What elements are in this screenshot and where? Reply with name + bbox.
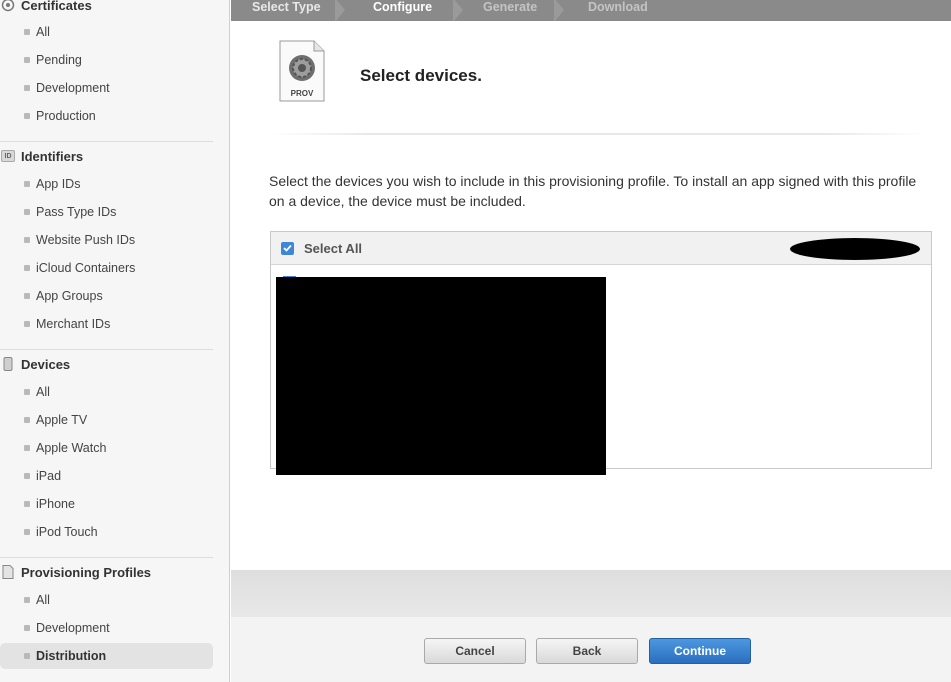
sidebar-item-icloud-containers[interactable]: iCloud Containers — [0, 255, 213, 281]
provisioning-profile-icon: PROV — [278, 40, 325, 102]
step-progress-bar: Select Type Configure Generate Download — [231, 0, 951, 21]
cancel-button[interactable]: Cancel — [424, 638, 526, 664]
sidebar-item-label: Development — [36, 621, 110, 635]
page-title: Select devices. — [360, 66, 482, 85]
sidebar-item-label: iCloud Containers — [36, 261, 136, 275]
section-title: Identifiers — [21, 148, 84, 164]
sidebar-item-app-groups[interactable]: App Groups — [0, 283, 213, 309]
checkmark-icon — [283, 244, 292, 252]
section-title: Provisioning Profiles — [21, 564, 152, 580]
sidebar-item-cert-all[interactable]: All — [0, 19, 213, 45]
bullet-icon — [24, 85, 30, 91]
bullet-icon — [24, 529, 30, 535]
sidebar-item-label: All — [36, 593, 50, 607]
bullet-icon — [24, 237, 30, 243]
certificate-icon — [1, 0, 15, 12]
select-all-label: Select All — [304, 240, 363, 256]
sidebar-item-profiles-development[interactable]: Development — [0, 615, 213, 641]
sidebar-item-cert-production[interactable]: Production — [0, 103, 213, 129]
sidebar-item-label: Pending — [36, 53, 82, 67]
sidebar-item-cert-development[interactable]: Development — [0, 75, 213, 101]
bullet-icon — [24, 181, 30, 187]
step-generate: Generate — [483, 0, 538, 14]
continue-button[interactable]: Continue — [649, 638, 751, 664]
bullet-icon — [24, 473, 30, 479]
section-provisioning-profiles[interactable]: Provisioning Profiles — [0, 560, 151, 584]
step-download: Download — [588, 0, 648, 14]
sidebar-item-devices-all[interactable]: All — [0, 379, 213, 405]
bullet-icon — [24, 209, 30, 215]
bullet-icon — [24, 597, 30, 603]
sidebar-item-apple-watch[interactable]: Apple Watch — [0, 435, 213, 461]
sidebar-item-label: App IDs — [36, 177, 81, 191]
sidebar-item-ipod-touch[interactable]: iPod Touch — [0, 519, 213, 545]
sidebar-item-label: iPod Touch — [36, 525, 98, 539]
sidebar-item-label: All — [36, 385, 50, 399]
divider — [0, 349, 213, 350]
bullet-icon — [24, 29, 30, 35]
section-certificates[interactable]: Certificates — [0, 0, 92, 17]
sidebar-item-profiles-distribution[interactable]: Distribution — [0, 643, 213, 669]
section-identifiers[interactable]: ID Identifiers — [0, 144, 83, 168]
divider — [0, 557, 213, 558]
bullet-icon — [24, 321, 30, 327]
document-icon — [1, 565, 15, 579]
sidebar-item-website-push-ids[interactable]: Website Push IDs — [0, 227, 213, 253]
sidebar-item-merchant-ids[interactable]: Merchant IDs — [0, 311, 213, 337]
sidebar-item-label: Merchant IDs — [36, 317, 111, 331]
back-button[interactable]: Back — [536, 638, 638, 664]
sidebar-item-iphone[interactable]: iPhone — [0, 491, 213, 517]
sidebar-item-label: Pass Type IDs — [36, 205, 117, 219]
bullet-icon — [24, 389, 30, 395]
redacted-device-list — [276, 277, 606, 475]
sidebar-item-label: Website Push IDs — [36, 233, 136, 247]
sidebar-item-apple-tv[interactable]: Apple TV — [0, 407, 213, 433]
sidebar-item-label: Apple Watch — [36, 441, 107, 455]
bullet-icon — [24, 653, 30, 659]
header-divider — [270, 133, 925, 135]
section-title: Devices — [21, 356, 71, 372]
sidebar-item-label: Development — [36, 81, 110, 95]
step-separator — [453, 0, 463, 21]
sidebar-item-pass-type-ids[interactable]: Pass Type IDs — [0, 199, 213, 225]
sidebar-item-label: iPad — [36, 469, 62, 483]
bullet-icon — [24, 625, 30, 631]
bullet-icon — [24, 501, 30, 507]
bullet-icon — [24, 293, 30, 299]
sidebar-item-label: Apple TV — [36, 413, 88, 427]
sidebar-item-label: Distribution — [36, 649, 107, 663]
step-configure: Configure — [373, 0, 433, 14]
instructions-text: Select the devices you wish to include i… — [269, 173, 917, 209]
sidebar-item-app-ids[interactable]: App IDs — [0, 171, 213, 197]
device-icon — [1, 357, 15, 371]
redacted-region — [790, 238, 920, 260]
divider — [0, 141, 213, 142]
sidebar-item-label: Production — [36, 109, 96, 123]
bullet-icon — [24, 445, 30, 451]
sidebar-item-label: App Groups — [36, 289, 103, 303]
bullet-icon — [24, 57, 30, 63]
step-separator — [554, 0, 564, 21]
bullet-icon — [24, 113, 30, 119]
sidebar-item-ipad[interactable]: iPad — [0, 463, 213, 489]
id-badge-icon: ID — [1, 150, 15, 162]
prov-icon-label: PROV — [291, 89, 314, 98]
footer-band — [231, 570, 951, 617]
sidebar-item-cert-pending[interactable]: Pending — [0, 47, 213, 73]
sidebar-item-label: All — [36, 25, 50, 39]
select-all-checkbox[interactable] — [281, 241, 294, 255]
step-separator — [335, 0, 345, 21]
bullet-icon — [24, 265, 30, 271]
section-title: Certificates — [21, 0, 92, 13]
bullet-icon — [24, 417, 30, 423]
sidebar-item-label: iPhone — [36, 497, 75, 511]
step-select-type: Select Type — [252, 0, 321, 14]
sidebar: Certificates All Pending Development Pro… — [0, 0, 230, 682]
section-devices[interactable]: Devices — [0, 352, 70, 376]
sidebar-item-profiles-all[interactable]: All — [0, 587, 213, 613]
